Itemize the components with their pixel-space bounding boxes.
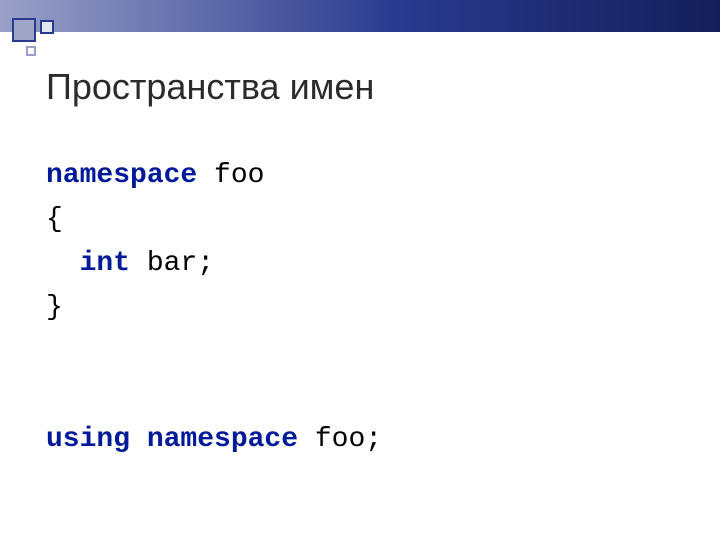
code-line: } [46, 290, 382, 334]
semicolon: ; [197, 248, 214, 279]
identifier: bar [147, 248, 197, 279]
space [197, 160, 214, 191]
slide-title: Пространства имен [46, 66, 374, 108]
square-icon [26, 46, 36, 56]
semicolon: ; [365, 424, 382, 455]
code-line: namespace foo [46, 158, 382, 202]
keyword: int [80, 248, 130, 279]
code-line: int bar; [46, 246, 382, 290]
brace: } [46, 292, 63, 323]
brace: { [46, 204, 63, 235]
identifier: foo [214, 160, 264, 191]
slide: Пространства имен namespace foo { int ba… [0, 0, 720, 540]
identifier: foo [315, 424, 365, 455]
indent [46, 248, 80, 279]
square-icon [40, 20, 54, 34]
header-bar [0, 0, 720, 32]
code-line: using namespace foo; [46, 422, 382, 466]
code-line [46, 334, 382, 378]
keyword: using namespace [46, 424, 298, 455]
space [298, 424, 315, 455]
code-line: { [46, 202, 382, 246]
space [130, 248, 147, 279]
code-line [46, 378, 382, 422]
keyword: namespace [46, 160, 197, 191]
code-block: namespace foo { int bar; } using namespa… [46, 158, 382, 466]
square-icon [12, 18, 36, 42]
